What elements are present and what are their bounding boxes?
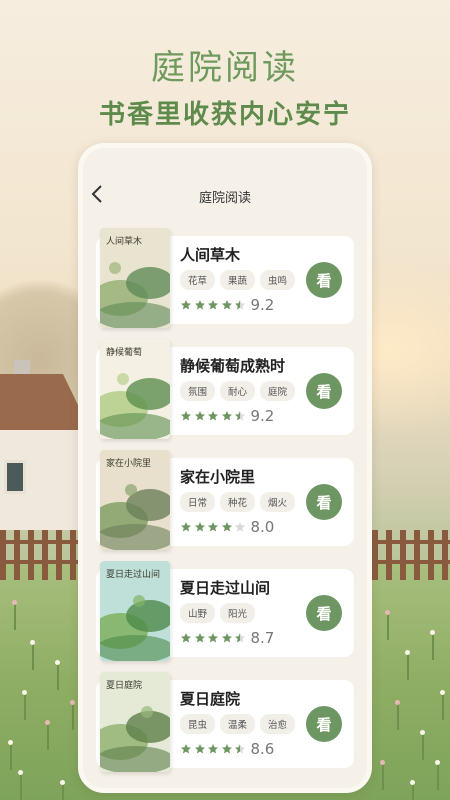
fence-left [0, 530, 80, 580]
tag-chip: 山野 [180, 603, 216, 623]
cottage-illustration [0, 360, 90, 530]
tag-chip: 种花 [220, 492, 256, 512]
cover-title: 夏日庭院 [106, 679, 142, 691]
fence-right [372, 530, 450, 580]
flower [405, 650, 410, 655]
rating: 8.6 [180, 740, 274, 758]
rating: 9.2 [180, 296, 274, 314]
cover-title: 夏日走过山间 [106, 568, 160, 580]
flower [420, 730, 425, 735]
book-card[interactable]: 夏日走过山间 夏日走过山间 山野 阳光 8.7 看 [96, 561, 354, 661]
flower [385, 610, 390, 615]
rating-score: 9.2 [250, 296, 275, 314]
flower [435, 760, 440, 765]
flower [410, 780, 415, 785]
star-icon [180, 299, 248, 311]
book-card[interactable]: 静候葡萄静候葡萄成熟时 氛围 耐心 庭院 9.2 看 [96, 339, 354, 439]
flower [45, 720, 50, 725]
page-title: 庭院阅读 [151, 48, 299, 88]
rating-score: 8.6 [250, 740, 275, 758]
page-subtitle: 书香里收获内心安宁 [98, 100, 351, 130]
phone-mockup: 庭院阅读 人间草木 人间草木 花草 果蔬 虫鸣 9.2 看静候葡萄 静候葡萄成熟时 氛围 耐心 庭院… [78, 143, 372, 793]
book-title[interactable]: 人间草木 [180, 244, 240, 265]
book-cover-image[interactable]: 夏日庭院 [100, 672, 170, 772]
star-icon [180, 521, 248, 533]
star-icon [180, 743, 248, 755]
cover-title: 人间草木 [106, 235, 142, 247]
cover-title: 静候葡萄 [106, 346, 142, 358]
flower [55, 660, 60, 665]
flower [430, 630, 435, 635]
tag-chip: 庭院 [260, 381, 296, 401]
read-button[interactable]: 看 [306, 262, 342, 298]
book-tags: 氛围 耐心 庭院 [180, 381, 296, 401]
tag-chip: 阳光 [220, 603, 256, 623]
book-cover-image[interactable]: 人间草木 [100, 228, 170, 328]
book-tags: 昆虫 温柔 治愈 [180, 714, 296, 734]
book-tags: 花草 果蔬 虫鸣 [180, 270, 296, 290]
flower [30, 640, 35, 645]
rating-score: 8.7 [250, 629, 275, 647]
book-tags: 日常 种花 烟火 [180, 492, 296, 512]
flower [22, 690, 27, 695]
star-icon [180, 632, 248, 644]
tag-chip: 昆虫 [180, 714, 216, 734]
tag-chip: 温柔 [220, 714, 256, 734]
read-button[interactable]: 看 [306, 373, 342, 409]
book-cover-image[interactable]: 静候葡萄 [100, 339, 170, 439]
book-cover-image[interactable]: 夏日走过山间 [100, 561, 170, 661]
flower [395, 700, 400, 705]
rating: 8.0 [180, 518, 274, 536]
nav-title: 庭院阅读 [198, 191, 251, 206]
nav-bar: 庭院阅读 [83, 148, 367, 218]
book-card[interactable]: 夏日庭院 夏日庭院 昆虫 温柔 治愈 8.6 看 [96, 672, 354, 772]
book-title[interactable]: 家在小院里 [180, 466, 255, 487]
book-card[interactable]: 人间草木 人间草木 花草 果蔬 虫鸣 9.2 看 [96, 228, 354, 328]
rating: 9.2 [180, 407, 274, 425]
rating-score: 9.2 [250, 407, 275, 425]
read-button[interactable]: 看 [306, 595, 342, 631]
flower [380, 760, 385, 765]
tag-chip: 耐心 [220, 381, 256, 401]
flower [60, 780, 65, 785]
flower [440, 690, 445, 695]
cover-title: 家在小院里 [106, 457, 151, 469]
book-tags: 山野 阳光 [180, 603, 256, 623]
tag-chip: 氛围 [180, 381, 216, 401]
tag-chip: 日常 [180, 492, 216, 512]
book-title[interactable]: 夏日庭院 [180, 688, 240, 709]
flower [70, 700, 75, 705]
star-icon [180, 410, 248, 422]
tag-chip: 花草 [180, 270, 216, 290]
flower [8, 740, 13, 745]
read-button[interactable]: 看 [306, 484, 342, 520]
flower [18, 770, 23, 775]
book-title[interactable]: 静候葡萄成熟时 [180, 355, 285, 376]
flower [12, 600, 17, 605]
tag-chip: 果蔬 [220, 270, 256, 290]
tag-chip: 烟火 [260, 492, 296, 512]
tag-chip: 虫鸣 [260, 270, 296, 290]
book-title[interactable]: 夏日走过山间 [180, 577, 270, 598]
book-card[interactable]: 家在小院里 家在小院里 日常 种花 烟火 8.0 看 [96, 450, 354, 550]
book-cover-image[interactable]: 家在小院里 [100, 450, 170, 550]
tag-chip: 治愈 [260, 714, 296, 734]
rating-score: 8.0 [250, 518, 275, 536]
rating: 8.7 [180, 629, 274, 647]
read-button[interactable]: 看 [306, 706, 342, 742]
